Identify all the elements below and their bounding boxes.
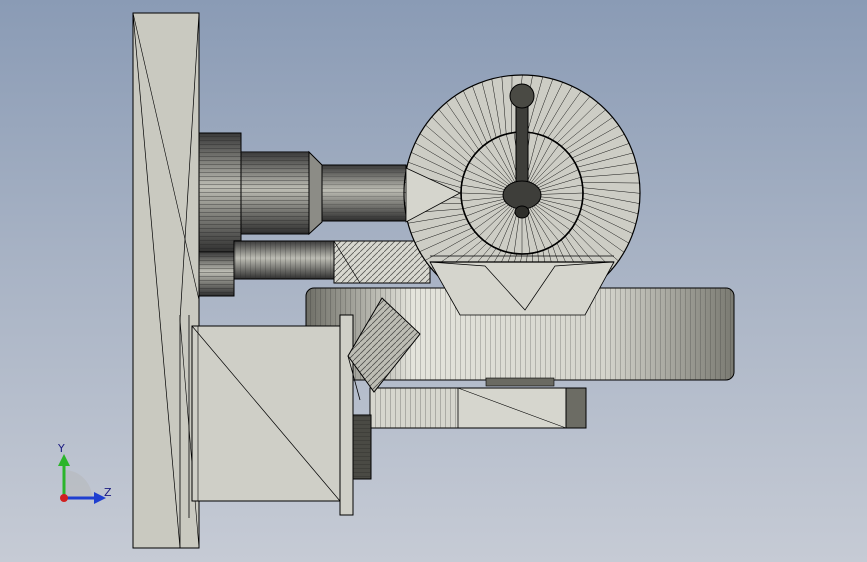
- gearbox-model[interactable]: [0, 0, 867, 562]
- z-axis-label: Z: [104, 486, 112, 499]
- flange-plate[interactable]: [132, 12, 200, 549]
- gearbox-housing[interactable]: [191, 314, 354, 516]
- x-axis-dot: [60, 494, 68, 502]
- y-axis-arrow: [58, 454, 70, 466]
- input-shaft[interactable]: [198, 132, 407, 254]
- y-axis-label: Y: [57, 442, 65, 455]
- triad-quadrant: [64, 470, 92, 498]
- lower-gear[interactable]: [369, 387, 587, 429]
- spline-shaft[interactable]: [352, 414, 372, 480]
- large-disc-gear[interactable]: [403, 74, 641, 316]
- cad-viewport[interactable]: Y Z: [0, 0, 867, 562]
- axis-triad: Y Z: [57, 442, 112, 504]
